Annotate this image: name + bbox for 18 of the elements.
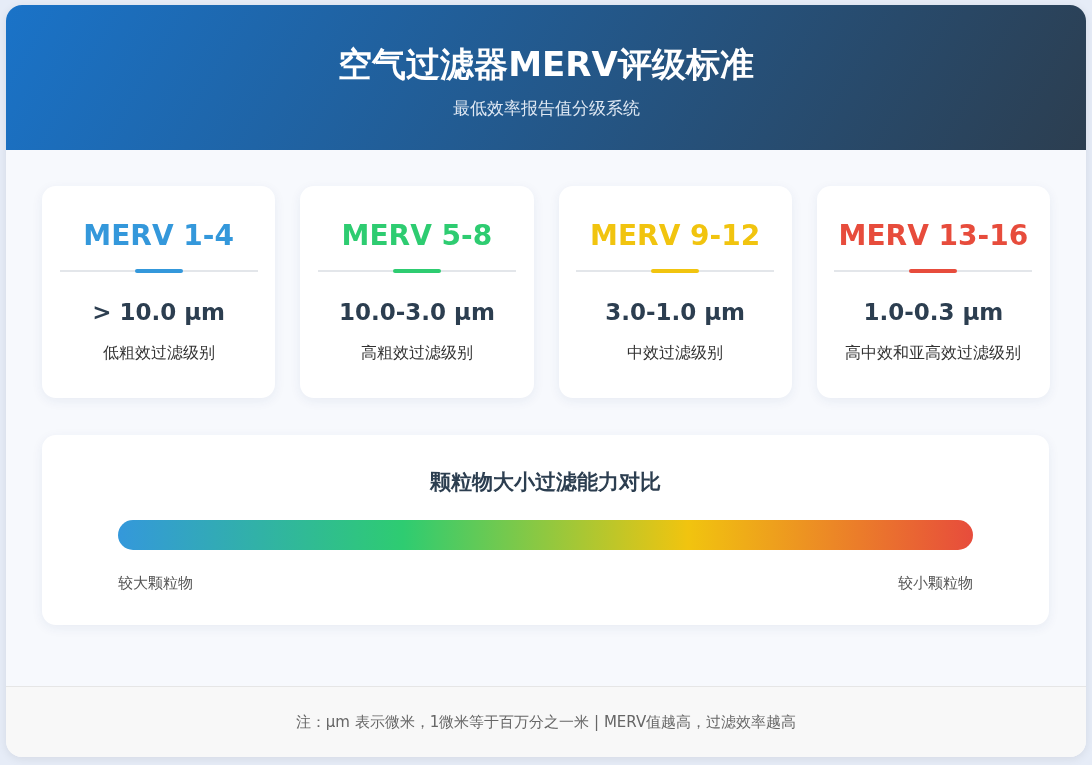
rating-description: 低粗效过滤级别 <box>102 343 215 364</box>
particle-size: 1.0-0.3 μm <box>863 299 1004 325</box>
rating-name: MERV 13-16 <box>838 219 1029 253</box>
particle-size: > 10.0 μm <box>92 299 226 325</box>
rating-name: MERV 9-12 <box>590 219 761 253</box>
comparison-title: 颗粒物大小过滤能力对比 <box>430 469 661 496</box>
rating-description: 高粗效过滤级别 <box>360 343 473 364</box>
rating-description: 高中效和亚高效过滤级别 <box>845 343 1022 364</box>
rating-name: MERV 5-8 <box>341 219 493 253</box>
scale-label: 较大颗粒物 <box>118 574 193 593</box>
page-title: 空气过滤器MERV评级标准 <box>338 43 754 85</box>
rating-description: 中效过滤级别 <box>627 343 724 364</box>
page-subtitle: 最低效率报告值分级系统 <box>452 97 640 120</box>
footer-note: 注：μm 表示微米，1微米等于百万分之一米 | MERV值越高，过滤效率越高 <box>295 712 797 732</box>
rating-name: MERV 1-4 <box>83 219 234 253</box>
particle-size: 10.0-3.0 μm <box>338 299 495 325</box>
scale-label: 较小颗粒物 <box>898 574 973 593</box>
particle-size: 3.0-1.0 μm <box>605 299 746 325</box>
